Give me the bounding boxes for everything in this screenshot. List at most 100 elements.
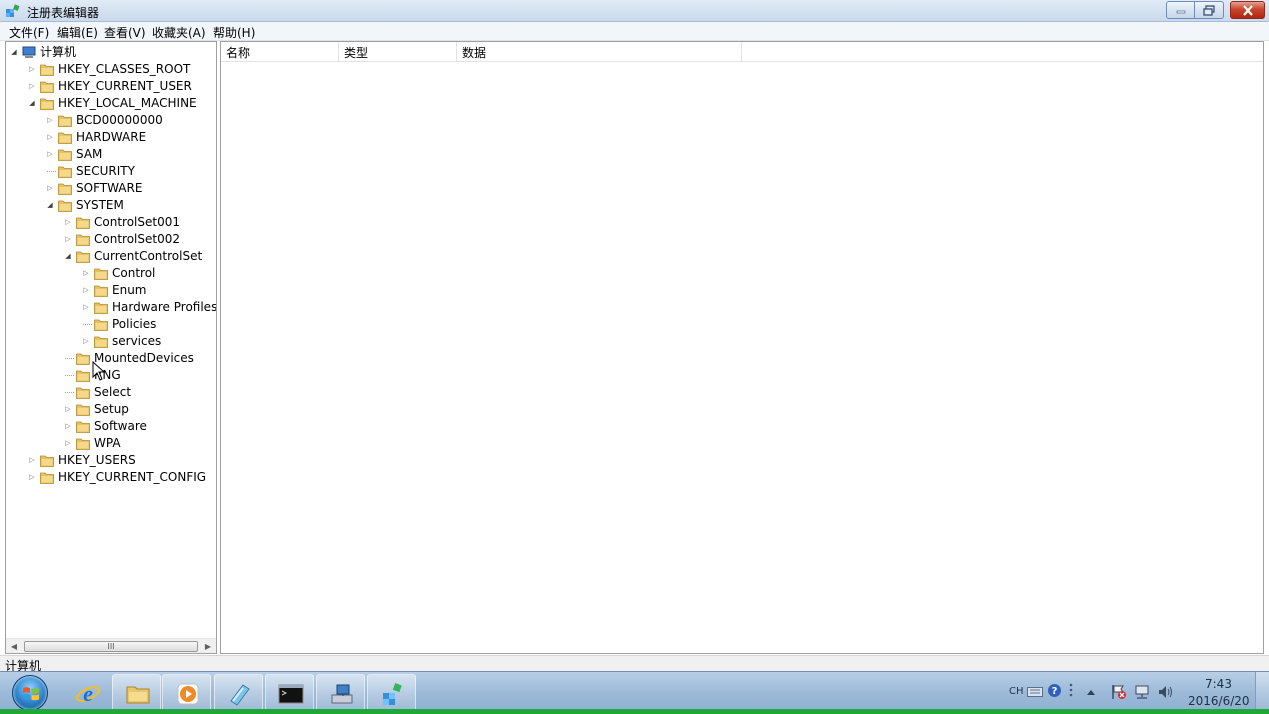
taskbar-media-player[interactable]	[162, 674, 211, 712]
folder-icon	[94, 268, 108, 280]
scroll-thumb-grip: III	[107, 642, 115, 651]
column-name[interactable]: 名称	[221, 42, 339, 62]
tree-node[interactable]: ▷ WPA	[6, 435, 216, 452]
folder-icon	[40, 64, 54, 76]
tree-node[interactable]: ▷ Hardware Profiles	[6, 299, 216, 316]
expand-arrow-icon[interactable]: ▷	[64, 405, 72, 414]
tree-node[interactable]: ▷ HKEY_USERS	[6, 452, 216, 469]
network-icon[interactable]	[1134, 684, 1152, 700]
keyboard-icon[interactable]	[1027, 687, 1043, 697]
show-hidden-icons-icon[interactable]	[1086, 688, 1096, 696]
collapse-arrow-icon[interactable]: ◢	[64, 252, 72, 261]
tree-node[interactable]: ▷ Control	[6, 265, 216, 282]
registry-tree[interactable]: ◢ 计算机 ▷ HKEY_CLASSES_ROOT ▷ HKEY_CURRENT_USER…	[5, 41, 217, 654]
taskbar-network[interactable]	[316, 674, 365, 712]
tree-horizontal-scrollbar[interactable]: ◀ III ▶	[6, 638, 216, 653]
tree-node[interactable]: RNG	[6, 367, 216, 384]
tree-node[interactable]: ▷ BCD00000000	[6, 112, 216, 129]
expand-arrow-icon[interactable]: ▷	[82, 286, 90, 295]
tree-node[interactable]: ▷ Enum	[6, 282, 216, 299]
collapse-arrow-icon[interactable]: ◢	[46, 201, 54, 210]
collapse-arrow-icon[interactable]: ◢	[10, 48, 18, 57]
show-desktop-button[interactable]	[1255, 672, 1269, 714]
windows-logo-icon	[23, 687, 39, 701]
tree-node[interactable]: ▷ Setup	[6, 401, 216, 418]
tree-node[interactable]: ◢ SYSTEM	[6, 197, 216, 214]
tree-node[interactable]: ▷ Software	[6, 418, 216, 435]
scroll-right-icon[interactable]: ▶	[200, 639, 216, 653]
tree-node[interactable]: ▷ HKEY_CURRENT_USER	[6, 78, 216, 95]
close-button[interactable]	[1230, 1, 1265, 19]
menu-file[interactable]: 文件(F)	[9, 24, 49, 41]
expand-arrow-icon[interactable]: ▷	[64, 235, 72, 244]
tree-node[interactable]: ▷ HKEY_CURRENT_CONFIG	[6, 469, 216, 486]
folder-icon	[94, 336, 108, 348]
taskbar-explorer[interactable]	[112, 674, 161, 712]
tree-connector	[65, 392, 74, 393]
language-indicator[interactable]: CH	[1009, 686, 1024, 697]
menu-help[interactable]: 帮助(H)	[213, 24, 255, 41]
tree-node[interactable]: ◢ CurrentControlSet	[6, 248, 216, 265]
menu-bar: 文件(F) 编辑(E) 查看(V) 收藏夹(A) 帮助(H)	[0, 22, 1269, 41]
taskbar-internet-explorer[interactable]: e	[62, 674, 111, 712]
expand-arrow-icon[interactable]: ▷	[28, 65, 36, 74]
folder-icon	[58, 166, 72, 178]
collapse-arrow-icon[interactable]: ◢	[28, 99, 36, 108]
tree-node[interactable]: SECURITY	[6, 163, 216, 180]
tree-node[interactable]: Select	[6, 384, 216, 401]
taskbar-notepad[interactable]	[214, 674, 263, 712]
tree-node[interactable]: ▷ HARDWARE	[6, 129, 216, 146]
tree-node[interactable]: ▷ SOFTWARE	[6, 180, 216, 197]
tree-node[interactable]: ▷ HKEY_CLASSES_ROOT	[6, 61, 216, 78]
expand-arrow-icon[interactable]: ▷	[46, 184, 54, 193]
expand-arrow-icon[interactable]: ▷	[46, 150, 54, 159]
regedit-icon	[6, 4, 20, 17]
minimize-button[interactable]	[1166, 1, 1195, 19]
expand-arrow-icon[interactable]: ▷	[82, 303, 90, 312]
value-list[interactable]: 名称 类型 数据	[220, 41, 1264, 654]
tree-node-label: Enum	[112, 283, 147, 297]
tree-node[interactable]: ◢ HKEY_LOCAL_MACHINE	[6, 95, 216, 112]
expand-arrow-icon[interactable]: ▷	[28, 82, 36, 91]
scroll-thumb[interactable]: III	[24, 641, 198, 652]
expand-arrow-icon[interactable]: ▷	[46, 116, 54, 125]
restore-icon	[1203, 4, 1215, 16]
folder-icon	[94, 285, 108, 297]
help-icon[interactable]: ?	[1047, 683, 1062, 698]
taskbar-registry-editor[interactable]	[367, 674, 416, 712]
taskbar-bottom-edge	[0, 709, 1269, 714]
tree-node[interactable]: ▷ services	[6, 333, 216, 350]
tree-node[interactable]: MountedDevices	[6, 350, 216, 367]
clock-date[interactable]: 2016/6/20	[1188, 694, 1250, 708]
expand-arrow-icon[interactable]: ▷	[28, 456, 36, 465]
expand-arrow-icon[interactable]: ▷	[28, 473, 36, 482]
ime-options-icon[interactable]	[1067, 682, 1075, 698]
column-data[interactable]: 数据	[457, 42, 742, 62]
tree-node[interactable]: Policies	[6, 316, 216, 333]
tree-viewport: ◢ 计算机 ▷ HKEY_CLASSES_ROOT ▷ HKEY_CURRENT_USER…	[6, 42, 216, 638]
title-bar[interactable]: 注册表编辑器	[0, 0, 1269, 22]
menu-favorites[interactable]: 收藏夹(A)	[152, 24, 206, 41]
tree-node[interactable]: ▷ ControlSet001	[6, 214, 216, 231]
tree-node-label: HARDWARE	[76, 130, 147, 144]
tree-node[interactable]: ▷ SAM	[6, 146, 216, 163]
taskbar-command-prompt[interactable]	[265, 674, 314, 712]
start-button[interactable]	[12, 675, 48, 711]
expand-arrow-icon[interactable]: ▷	[46, 133, 54, 142]
expand-arrow-icon[interactable]: ▷	[64, 422, 72, 431]
menu-edit[interactable]: 编辑(E)	[57, 24, 98, 41]
volume-icon[interactable]	[1157, 684, 1175, 700]
expand-arrow-icon[interactable]: ▷	[64, 439, 72, 448]
menu-view[interactable]: 查看(V)	[104, 24, 146, 41]
tree-node[interactable]: ◢ 计算机	[6, 44, 216, 61]
expand-arrow-icon[interactable]: ▷	[64, 218, 72, 227]
tree-connector	[65, 375, 74, 376]
expand-arrow-icon[interactable]: ▷	[82, 269, 90, 278]
clock-time[interactable]: 7:43	[1205, 677, 1232, 691]
expand-arrow-icon[interactable]: ▷	[82, 337, 90, 346]
action-center-flag-icon[interactable]	[1111, 684, 1127, 700]
scroll-left-icon[interactable]: ◀	[6, 639, 22, 653]
column-type[interactable]: 类型	[339, 42, 457, 62]
restore-button[interactable]	[1195, 1, 1224, 19]
tree-node[interactable]: ▷ ControlSet002	[6, 231, 216, 248]
